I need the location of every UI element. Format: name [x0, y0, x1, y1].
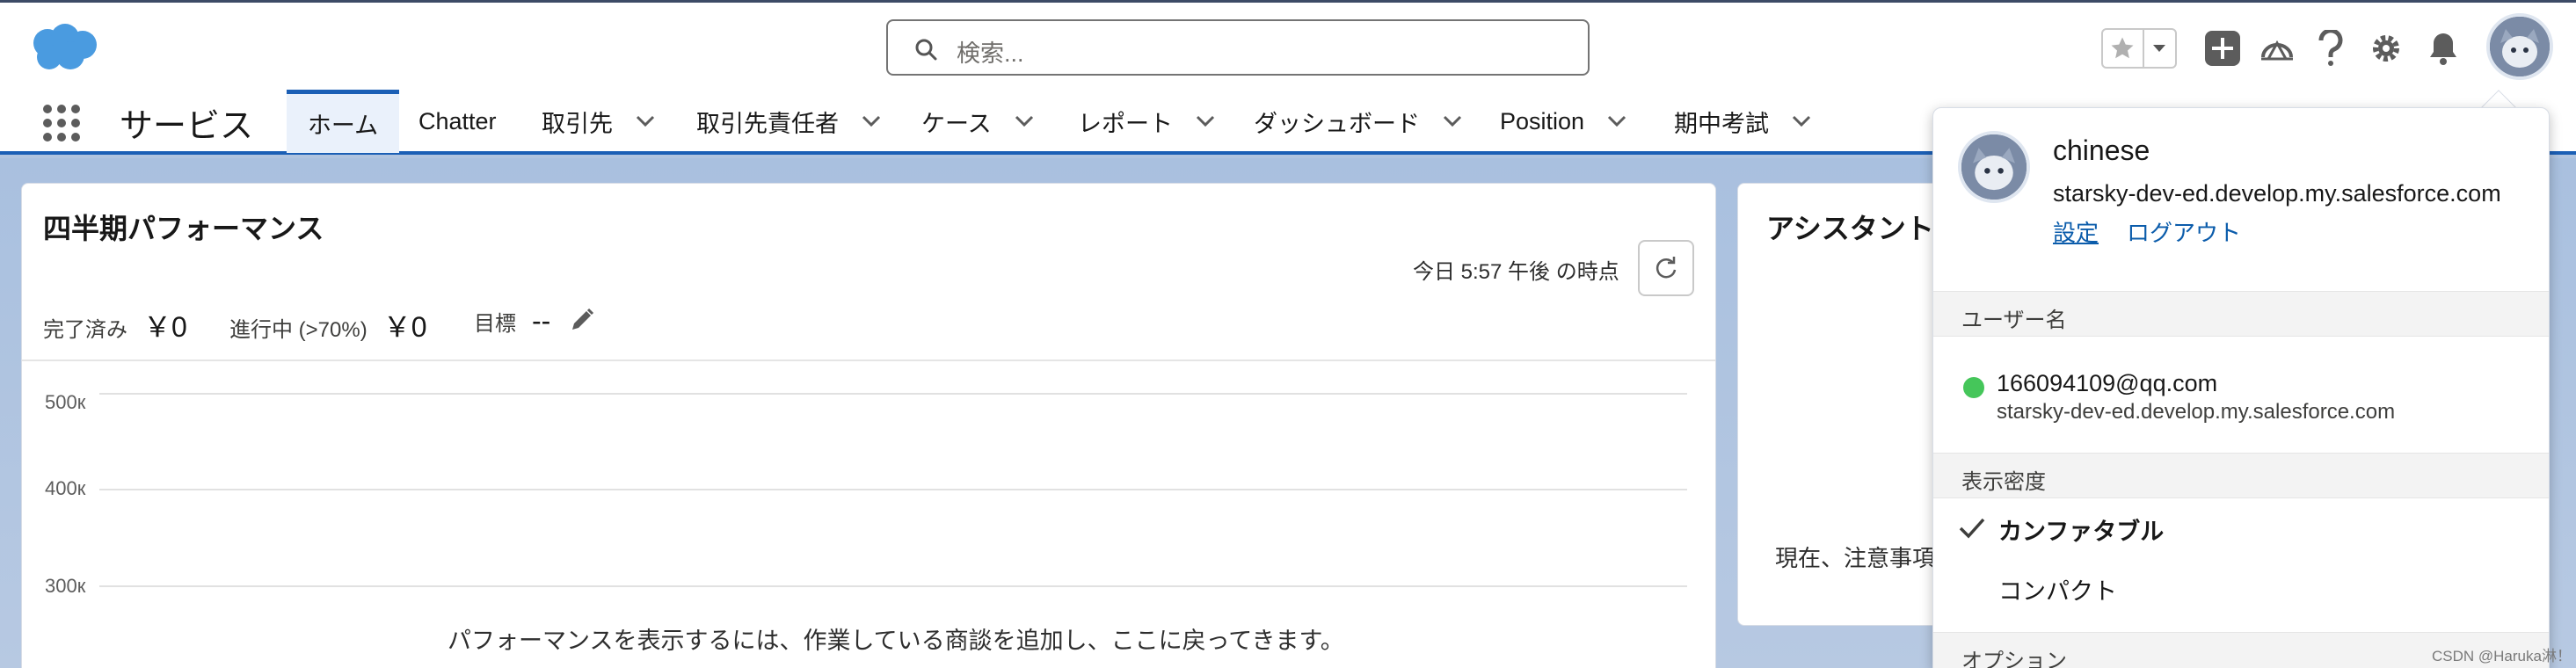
tab-label: 取引先: [542, 110, 613, 137]
tab-label: Chatter: [418, 107, 497, 134]
help-button[interactable]: [2309, 25, 2353, 71]
checkmark-icon: [1959, 518, 1985, 539]
username-domain: starsky-dev-ed.develop.my.salesforce.com: [1997, 400, 2396, 424]
avatar: [1961, 134, 2027, 200]
trailhead-icon: [2261, 40, 2293, 61]
refresh-button[interactable]: [1638, 240, 1694, 296]
chevron-down-icon[interactable]: [1792, 115, 1811, 127]
username-section-header: ユーザー名: [1933, 291, 2549, 337]
chevron-down-icon[interactable]: [1015, 115, 1034, 127]
chevron-down-icon[interactable]: [1607, 115, 1626, 127]
refresh-icon: [1655, 257, 1677, 279]
avatar: [2490, 17, 2550, 76]
user-avatar-button[interactable]: [2486, 13, 2553, 80]
goal-value: --: [532, 305, 551, 337]
y-tick-label: 500к: [45, 391, 86, 413]
closed-value: ￥0: [143, 311, 187, 343]
chevron-down-icon[interactable]: [862, 115, 881, 127]
closed-label: 完了済み: [43, 318, 127, 342]
tab-label: ケース: [921, 110, 992, 137]
gridline: [99, 489, 1687, 490]
tab-midterm-exam[interactable]: 期中考試: [1674, 90, 1811, 153]
app-name: サービス: [120, 108, 254, 145]
star-icon: [2111, 37, 2134, 59]
search-placeholder: 検索...: [957, 40, 1024, 67]
chevron-down-icon[interactable]: [636, 115, 655, 127]
plus-icon: [2205, 31, 2240, 66]
trailhead-button[interactable]: [2255, 25, 2299, 71]
y-tick-label: 400к: [45, 477, 86, 499]
tab-label: ダッシュボード: [1254, 110, 1420, 137]
favorites-button-group: [2101, 28, 2177, 69]
online-status-dot: [1963, 377, 1984, 398]
tab-label: Position: [1500, 107, 1585, 134]
user-profile-menu: chinese starsky-dev-ed.develop.my.salesf…: [1932, 107, 2550, 668]
watermark: CSDN @Haruka淋！: [2432, 648, 2572, 664]
notifications-button[interactable]: [2421, 25, 2465, 71]
tab-reports[interactable]: レポート: [1078, 90, 1215, 153]
assistant-message: 現在、注意事項: [1775, 545, 1936, 571]
tab-dashboards[interactable]: ダッシュボード: [1254, 90, 1462, 153]
tab-home[interactable]: ホーム: [287, 90, 399, 153]
app-launcher-icon[interactable]: [42, 104, 81, 142]
settings-link[interactable]: 設定: [2053, 215, 2099, 248]
profile-display-name: chinese: [2053, 134, 2150, 166]
as-of-timestamp: 今日 5:57 午後 の時点: [1413, 260, 1619, 284]
open-value: ￥0: [382, 311, 427, 343]
empty-state-message: パフォーマンスを表示するには、作業している商談を追加し、ここに戻ってきます。: [448, 628, 1344, 654]
divider: [22, 359, 1715, 361]
chevron-down-icon: [2153, 45, 2166, 52]
chevron-down-icon[interactable]: [1196, 115, 1215, 127]
logout-link[interactable]: ログアウト: [2127, 215, 2241, 248]
edit-goal-pencil-icon[interactable]: [569, 307, 595, 333]
tab-label: 期中考試: [1674, 110, 1769, 137]
search-icon: [915, 39, 937, 61]
density-option-compact[interactable]: コンパクト: [1998, 572, 2117, 606]
bell-icon: [2430, 33, 2456, 65]
density-section-header: 表示密度: [1933, 453, 2549, 498]
username[interactable]: 166094109@qq.com: [1997, 370, 2217, 397]
tab-chatter[interactable]: Chatter: [418, 90, 497, 153]
card-title: アシスタント: [1766, 213, 1934, 244]
tab-position[interactable]: Position: [1500, 90, 1626, 153]
section-label: ユーザー名: [1961, 309, 2067, 332]
open-stat: 進行中 (>70%) ￥0: [229, 305, 427, 345]
section-label: オプション: [1961, 650, 2067, 668]
tab-label: ホーム: [307, 113, 379, 139]
tab-label: レポート: [1078, 110, 1173, 137]
quarterly-performance-card: 四半期パフォーマンス 今日 5:57 午後 の時点 完了済み ￥0 進行中 (>…: [21, 183, 1716, 668]
y-tick-label: 300к: [45, 575, 86, 597]
profile-avatar: [1958, 131, 2030, 203]
closed-stat: 完了済み ￥0: [43, 305, 187, 345]
help-icon: [2318, 30, 2343, 66]
open-label: 進行中 (>70%): [229, 318, 367, 342]
global-header: 検索...: [0, 0, 2576, 88]
gridline: [99, 393, 1687, 395]
global-actions-button[interactable]: [2201, 25, 2245, 71]
global-search-input[interactable]: 検索...: [886, 19, 1590, 76]
profile-org-domain: starsky-dev-ed.develop.my.salesforce.com: [2053, 180, 2501, 207]
setup-button[interactable]: [2364, 25, 2408, 71]
density-option-comfy[interactable]: カンファタブル: [1998, 512, 2164, 547]
gridline: [99, 585, 1687, 587]
favorites-star-button[interactable]: [2103, 30, 2144, 67]
goal-stat: 目標 --: [474, 305, 550, 338]
tab-cases[interactable]: ケース: [921, 90, 1034, 153]
section-label: 表示密度: [1961, 470, 2046, 494]
salesforce-cloud-logo[interactable]: [26, 22, 102, 75]
favorites-dropdown-button[interactable]: [2144, 30, 2175, 67]
tab-contacts[interactable]: 取引先責任者: [696, 90, 881, 153]
chevron-down-icon[interactable]: [1443, 115, 1462, 127]
card-title: 四半期パフォーマンス: [43, 213, 324, 244]
gear-icon: [2373, 35, 2399, 62]
tab-accounts[interactable]: 取引先: [542, 90, 655, 153]
goal-label: 目標: [474, 312, 516, 336]
tab-label: 取引先責任者: [696, 110, 839, 137]
